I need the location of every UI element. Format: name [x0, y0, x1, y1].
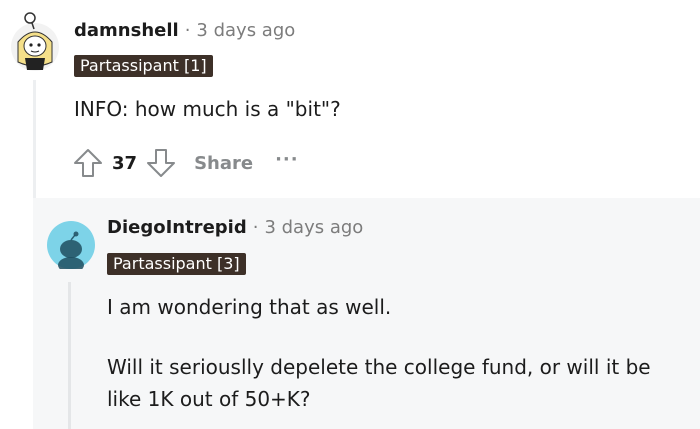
comment-actions: 37 Share ··· [72, 147, 299, 179]
comment-header: damnshell · 3 days ago [74, 20, 295, 41]
comment-username[interactable]: damnshell [74, 20, 179, 41]
default-snoo-avatar-icon[interactable] [47, 221, 95, 273]
reply-username[interactable]: DiegoIntrepid [107, 217, 247, 238]
user-flair: Partassipant [3] [107, 253, 246, 275]
reply-header: DiegoIntrepid · 3 days ago [107, 217, 363, 238]
reply-paragraph: Will it seriouslly depelete the college … [107, 355, 651, 379]
reply-paragraph: I am wondering that as well. [107, 295, 392, 319]
comment-body: INFO: how much is a "bit"? [74, 97, 341, 121]
vote-score: 37 [112, 152, 138, 174]
reply-paragraph: like 1K out of 50+K? [107, 387, 311, 411]
comment-timestamp[interactable]: 3 days ago [196, 20, 295, 41]
upvote-arrow-icon[interactable] [72, 147, 104, 179]
reply-thread-line[interactable] [68, 282, 71, 429]
more-options-icon[interactable]: ··· [275, 149, 299, 170]
separator-dot: · [184, 20, 191, 41]
reply-timestamp[interactable]: 3 days ago [264, 217, 363, 238]
downvote-arrow-icon[interactable] [145, 147, 177, 179]
share-button[interactable]: Share [194, 153, 253, 174]
snoo-avatar-icon[interactable] [10, 12, 60, 72]
user-flair: Partassipant [1] [74, 55, 213, 77]
separator-dot: · [252, 217, 259, 238]
